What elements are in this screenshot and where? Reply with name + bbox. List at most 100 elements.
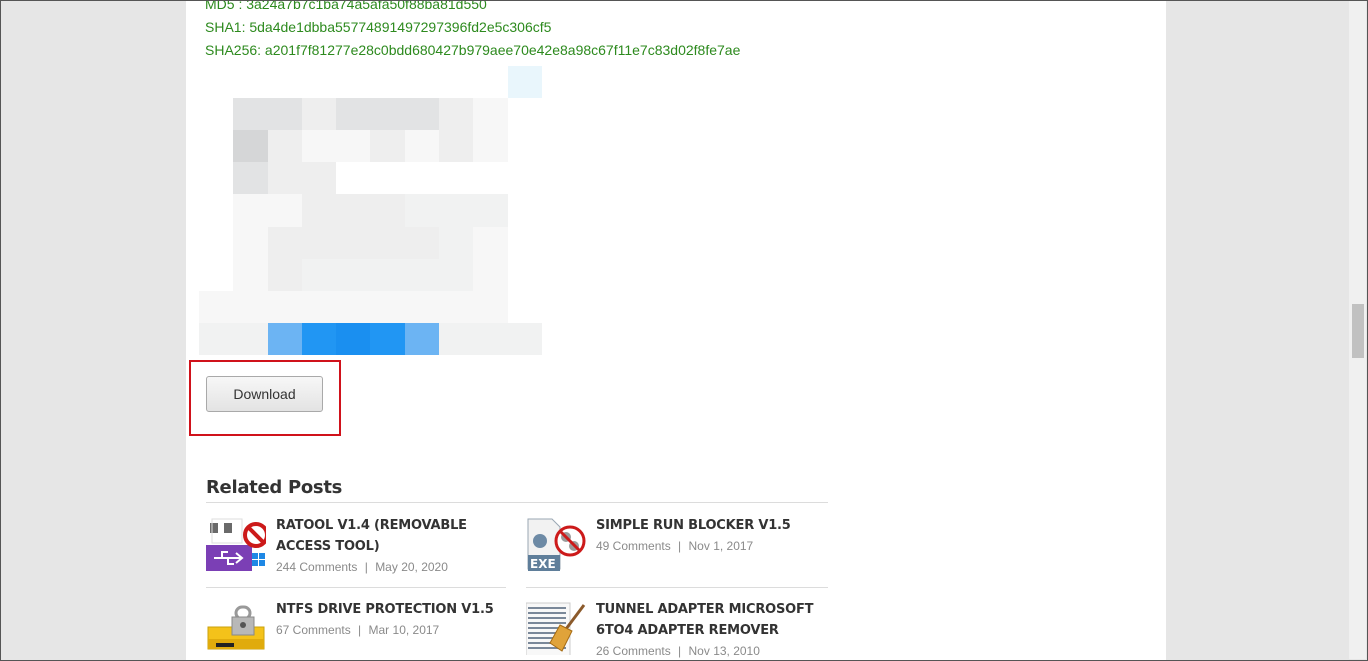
related-posts-divider: [206, 502, 828, 503]
image-pixel: [370, 66, 405, 99]
post-title-link[interactable]: NTFS DRIVE PROTECTION V1.5: [276, 599, 508, 620]
image-pixel: [336, 194, 371, 227]
image-pixel: [199, 226, 234, 259]
image-pixel: [267, 290, 302, 323]
image-pixel: [267, 98, 302, 131]
image-pixel: [404, 66, 440, 99]
image-pixel: [199, 290, 234, 323]
image-pixel: [370, 290, 405, 323]
post-date: May 20, 2020: [375, 560, 448, 574]
post-title-link[interactable]: RATOOL V1.4 (REMOVABLE ACCESS TOOL): [276, 515, 508, 557]
image-pixel: [507, 258, 542, 291]
image-pixel: [336, 130, 371, 163]
image-pixel: [404, 226, 440, 259]
image-pixel: [199, 130, 234, 163]
post-divider: [526, 587, 828, 588]
image-pixel: [233, 98, 268, 131]
image-pixel: [370, 226, 405, 259]
image-pixel: [301, 98, 337, 131]
image-pixel: [473, 226, 508, 259]
image-pixel: [199, 322, 234, 355]
image-pixel: [301, 66, 337, 99]
sha256-hash: SHA256: a201f7f81277e28c0bdd680427b979ae…: [205, 42, 741, 58]
image-pixel: [473, 194, 508, 227]
image-pixel: [301, 258, 337, 291]
image-pixel: [267, 66, 302, 99]
image-pixel: [439, 130, 474, 163]
post-divider: [206, 587, 506, 588]
image-pixel: [473, 322, 508, 355]
image-pixel: [507, 194, 542, 227]
image-pixel: [439, 162, 474, 195]
post-meta: 49 Comments | Nov 1, 2017: [596, 539, 753, 553]
image-pixel: [473, 130, 508, 163]
post-date: Nov 1, 2017: [688, 539, 754, 553]
comments-count[interactable]: 49 Comments: [596, 539, 671, 553]
image-pixel: [370, 162, 405, 195]
image-pixel: [336, 226, 371, 259]
image-pixel: [233, 130, 268, 163]
image-pixel: [336, 290, 371, 323]
image-pixel: [439, 226, 474, 259]
comments-count[interactable]: 244 Comments: [276, 560, 357, 574]
image-pixel: [267, 322, 302, 355]
image-pixel: [439, 290, 474, 323]
image-pixel: [507, 130, 542, 163]
meta-separator: |: [358, 623, 362, 637]
image-pixel: [404, 162, 440, 195]
image-pixel: [336, 322, 371, 355]
image-pixel: [301, 322, 337, 355]
related-posts-heading: Related Posts: [206, 477, 343, 498]
exe-block-icon[interactable]: EXE: [526, 515, 586, 571]
image-pixel: [404, 258, 440, 291]
meta-separator: |: [678, 644, 682, 658]
image-pixel: [336, 162, 371, 195]
image-pixel: [439, 194, 474, 227]
image-pixel: [199, 98, 234, 131]
meta-separator: |: [364, 560, 368, 574]
post-meta: 26 Comments | Nov 13, 2010: [596, 644, 760, 658]
post-meta: 67 Comments | Mar 10, 2017: [276, 623, 439, 637]
image-pixel: [473, 258, 508, 291]
meta-separator: |: [678, 539, 682, 553]
image-pixel: [199, 194, 234, 227]
image-pixel: [404, 290, 440, 323]
image-pixel: [507, 66, 542, 99]
image-pixel: [233, 290, 268, 323]
image-pixel: [370, 258, 405, 291]
image-pixel: [370, 194, 405, 227]
image-pixel: [336, 98, 371, 131]
usb-block-icon[interactable]: [206, 515, 266, 571]
image-pixel: [233, 322, 268, 355]
image-pixel: [439, 98, 474, 131]
image-pixel: [404, 322, 440, 355]
image-pixel: [301, 226, 337, 259]
svg-text:EXE: EXE: [530, 557, 556, 571]
image-pixel: [507, 290, 542, 323]
image-pixel: [301, 290, 337, 323]
pixelated-screenshot-image: [199, 66, 542, 355]
image-pixel: [507, 98, 542, 131]
image-pixel: [233, 226, 268, 259]
adapter-broom-icon[interactable]: [526, 599, 586, 655]
image-pixel: [233, 66, 268, 99]
post-title-link[interactable]: TUNNEL ADAPTER MICROSOFT 6TO4 ADAPTER RE…: [596, 599, 828, 641]
image-pixel: [267, 162, 302, 195]
scrollbar-thumb[interactable]: [1352, 304, 1364, 358]
comments-count[interactable]: 26 Comments: [596, 644, 671, 658]
md5-hash: MD5 : 3a24a7b7c1ba74a5afa50f88ba81d550: [205, 0, 487, 12]
image-pixel: [473, 162, 508, 195]
image-pixel: [199, 66, 234, 99]
post-date: Nov 13, 2010: [688, 644, 760, 658]
download-button[interactable]: Download: [206, 376, 323, 412]
image-pixel: [439, 66, 474, 99]
drive-lock-icon[interactable]: [206, 599, 266, 655]
comments-count[interactable]: 67 Comments: [276, 623, 351, 637]
post-title-link[interactable]: SIMPLE RUN BLOCKER V1.5: [596, 515, 828, 536]
image-pixel: [301, 194, 337, 227]
sha1-hash: SHA1: 5da4de1dbba55774891497297396fd2e5c…: [205, 19, 552, 35]
image-pixel: [507, 322, 542, 355]
post-meta: 244 Comments | May 20, 2020: [276, 560, 448, 574]
image-pixel: [233, 194, 268, 227]
image-pixel: [507, 226, 542, 259]
